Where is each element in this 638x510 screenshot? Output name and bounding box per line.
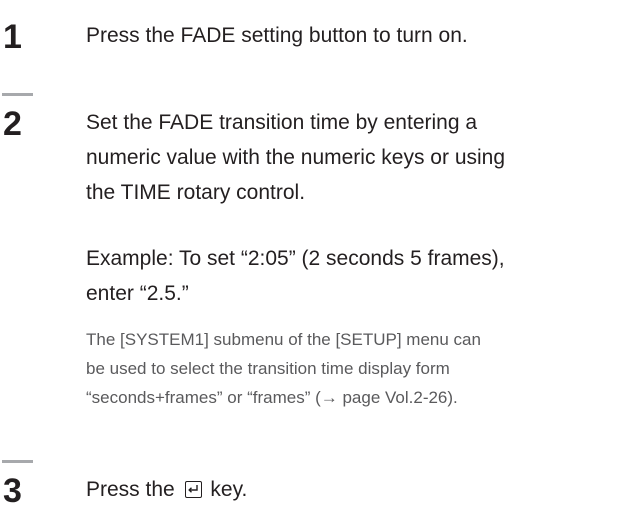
step-number: 1 [3,18,22,56]
step-number: 2 [3,105,22,143]
note-line: “seconds+frames” or “frames” (→ page Vol… [86,388,458,407]
step-instruction: Press the key. [86,473,247,507]
step-instruction: Press the FADE setting button to turn on… [86,24,468,47]
step-instruction-line: Set the FADE transition time by entering… [86,111,478,134]
note-line: The [SYSTEM1] submenu of the [SETUP] men… [86,330,481,349]
enter-key-icon [184,481,202,498]
step-instruction-line: numeric value with the numeric keys or u… [86,146,506,169]
example-line: enter “2.5.” [86,282,189,305]
step-divider [2,93,33,96]
step-divider [2,460,33,463]
step-text-after-key: key. [210,478,248,501]
note-line: be used to select the transition time di… [86,359,450,378]
example-line: Example: To set “2:05” (2 seconds 5 fram… [86,247,505,270]
step-instruction-line: the TIME rotary control. [86,181,306,204]
step-number: 3 [3,472,22,510]
step-text-before-key: Press the [86,478,175,501]
